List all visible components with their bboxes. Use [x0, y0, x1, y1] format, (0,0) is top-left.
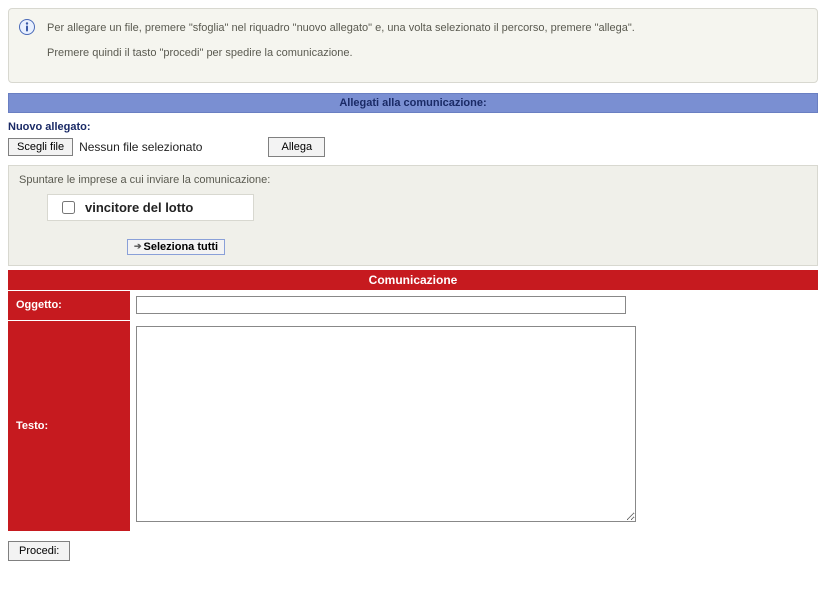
body-label: Testo:: [8, 320, 130, 531]
communication-header: Comunicazione: [8, 270, 818, 290]
file-status-text: Nessun file selezionato: [79, 140, 202, 154]
company-checkbox[interactable]: [62, 201, 75, 214]
info-text-1: Per allegare un file, premere "sfoglia" …: [47, 21, 807, 36]
communication-form: Oggetto: Testo:: [8, 290, 818, 532]
subject-input[interactable]: [136, 296, 626, 314]
file-upload-row: Scegli file Nessun file selezionato Alle…: [8, 137, 818, 157]
attach-button[interactable]: Allega: [268, 137, 325, 157]
choose-file-button[interactable]: Scegli file: [8, 138, 73, 156]
recipients-instruction: Spuntare le imprese a cui inviare la com…: [19, 174, 807, 186]
info-text-2: Premere quindi il tasto "procedi" per sp…: [47, 46, 807, 61]
arrow-right-icon: ➔: [134, 241, 142, 252]
select-all-button[interactable]: ➔ Seleziona tutti: [127, 239, 225, 255]
recipients-box: Spuntare le imprese a cui inviare la com…: [8, 165, 818, 266]
select-all-label: Seleziona tutti: [144, 241, 219, 253]
body-textarea[interactable]: [136, 326, 636, 522]
company-label: vincitore del lotto: [85, 200, 193, 215]
info-box: Per allegare un file, premere "sfoglia" …: [8, 8, 818, 83]
company-row: vincitore del lotto: [47, 194, 254, 221]
subject-label: Oggetto:: [8, 290, 130, 320]
new-attachment-label: Nuovo allegato:: [8, 121, 818, 133]
info-icon: [19, 19, 35, 35]
attachments-header: Allegati alla comunicazione:: [8, 93, 818, 113]
proceed-button[interactable]: Procedi:: [8, 541, 70, 561]
